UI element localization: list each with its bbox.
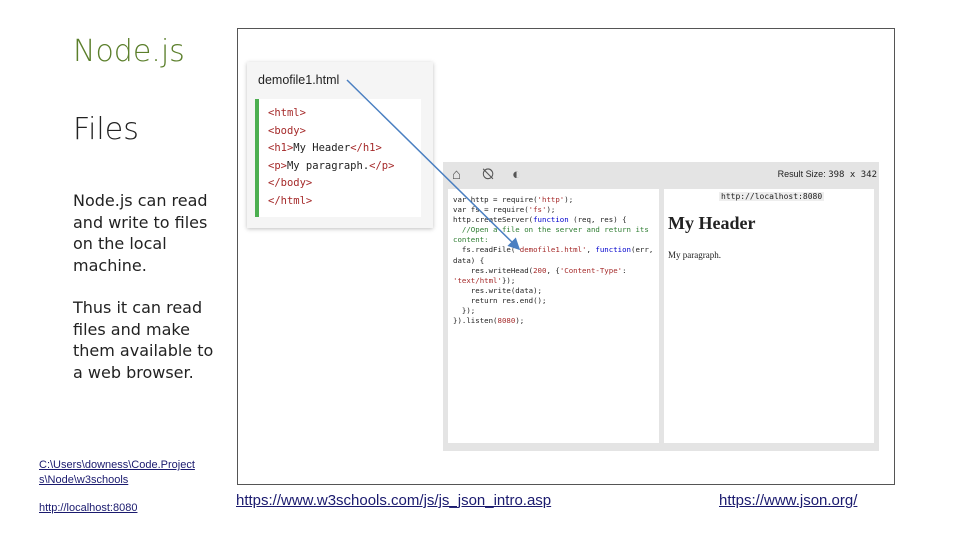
code-line: <h1>My Header</h1> <box>268 142 382 154</box>
code-line: </html> <box>268 194 313 207</box>
result-size-label: Result Size: <box>777 169 826 179</box>
code-line: <body> <box>268 124 306 137</box>
result-header: My Header <box>668 213 756 233</box>
html-code-box: <html> <body> <h1>My Header</h1> <p>My p… <box>255 99 421 217</box>
home-icon[interactable]: ⌂ <box>452 166 461 183</box>
w3schools-json-link[interactable]: https://www.w3schools.com/js/js_json_int… <box>236 492 551 509</box>
code-line: <p>My paragraph.</p> <box>268 159 395 172</box>
server-code[interactable]: var http = require('http'); var fs = req… <box>453 195 653 326</box>
result-paragraph: My paragraph. <box>668 250 721 260</box>
result-size-value: 398 x 342 <box>828 170 877 180</box>
demofile-name: demofile1.html <box>258 73 340 87</box>
tryit-editor: ⌂ ⦰ ◐ Result Size: 398 x 342 var http = … <box>443 162 879 451</box>
localhost-link[interactable]: http://localhost:8080 <box>39 502 137 514</box>
paragraph-read-write: Node.js can read and write to files on t… <box>73 191 208 275</box>
slide-title: Node.js <box>73 34 185 69</box>
slide-subtitle: Files <box>73 112 139 147</box>
contrast-icon[interactable]: ◐ <box>512 166 521 183</box>
code-pane[interactable]: var http = require('http'); var fs = req… <box>448 189 659 443</box>
code-line: <html> <box>268 107 306 119</box>
rotate-icon[interactable]: ⦰ <box>482 166 494 183</box>
demofile-card: demofile1.html <html> <body> <h1>My Head… <box>247 62 433 228</box>
paragraph-make-available: Thus it can read files and make them ava… <box>73 298 214 382</box>
project-path-link[interactable]: C:\Users\downess\Code.Projects\Node\w3sc… <box>39 458 199 488</box>
result-pane: http://localhost:8080 My Header My parag… <box>664 189 874 443</box>
json-org-link[interactable]: https://www.json.org/ <box>719 492 857 509</box>
editor-toolbar: ⌂ ⦰ ◐ Result Size: 398 x 342 <box>443 162 879 188</box>
code-line: </body> <box>268 177 313 189</box>
result-url: http://localhost:8080 <box>719 192 825 201</box>
